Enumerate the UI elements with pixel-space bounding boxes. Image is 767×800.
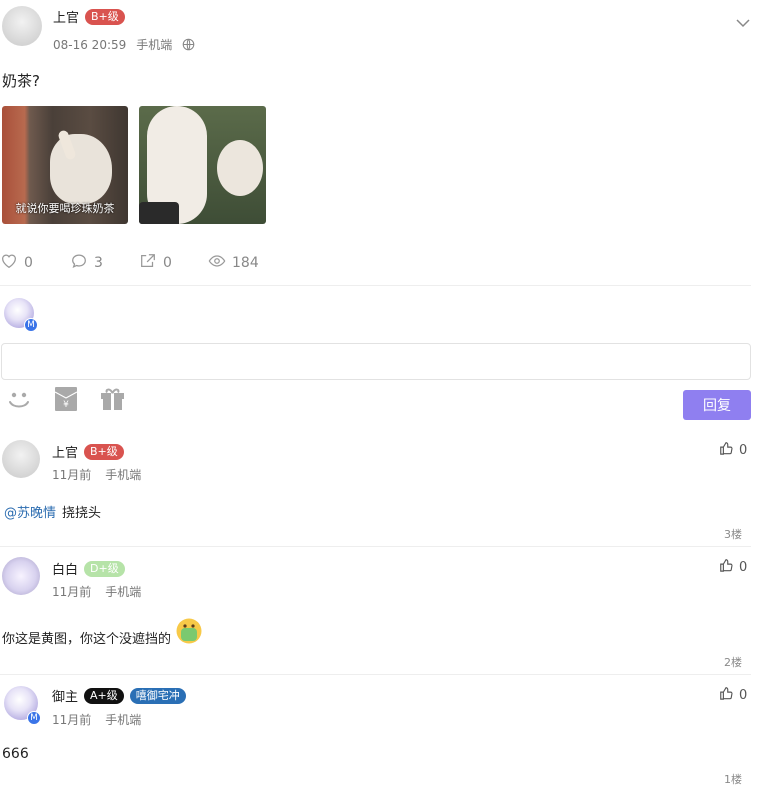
heart-icon xyxy=(0,252,18,274)
comment-like-button[interactable]: 0 xyxy=(719,441,747,459)
post-image-1[interactable]: 就说你要喝珍珠奶茶 xyxy=(2,106,128,224)
level-badge: A+级 xyxy=(84,687,124,704)
comment-text: 666 xyxy=(2,746,29,762)
mention-link[interactable]: @苏晚情 xyxy=(4,502,56,521)
face-emoji-icon xyxy=(175,617,203,649)
comment-like-count: 0 xyxy=(739,442,748,458)
emoji-icon[interactable] xyxy=(6,388,32,416)
like-stat[interactable]: 0 xyxy=(0,252,33,274)
share-stat[interactable]: 0 xyxy=(139,252,172,274)
comment-time: 11月前 xyxy=(52,468,92,482)
post-image-2[interactable] xyxy=(139,106,266,224)
comment-like-count: 0 xyxy=(739,559,748,575)
reply-input[interactable] xyxy=(1,343,751,380)
comment-device: 手机端 xyxy=(105,585,142,599)
red-envelope-icon[interactable]: ¥ xyxy=(54,387,78,415)
post-device: 手机端 xyxy=(136,38,173,52)
comment-author-name[interactable]: 上官 xyxy=(52,442,78,461)
chevron-down-icon[interactable] xyxy=(734,14,752,36)
comment-device: 手机端 xyxy=(105,468,142,482)
svg-text:¥: ¥ xyxy=(63,400,69,410)
image-caption: 就说你要喝珍珠奶茶 xyxy=(15,202,115,215)
comment-avatar[interactable] xyxy=(2,440,40,478)
floor-number: 1楼 xyxy=(724,773,742,786)
comment-text: 你这是黄图，你这个没遮挡的 xyxy=(2,632,172,647)
comment-icon xyxy=(70,252,88,274)
comment-author-name[interactable]: 御主 xyxy=(52,686,78,705)
comment-like-count: 0 xyxy=(739,687,748,703)
comment-text: 挠挠头 xyxy=(62,506,102,521)
comment-author-name[interactable]: 白白 xyxy=(52,559,78,578)
gift-icon[interactable] xyxy=(100,386,125,415)
post-content: 奶茶? xyxy=(2,72,40,90)
title-badge: 嘻御宅冲 xyxy=(129,687,186,704)
member-badge-icon: M xyxy=(24,318,38,332)
divider xyxy=(0,285,751,286)
floor-number: 3楼 xyxy=(724,528,742,541)
like-count: 0 xyxy=(24,255,33,271)
thumbs-up-icon xyxy=(719,686,733,704)
reply-button[interactable]: 回复 xyxy=(683,390,751,420)
post-time: 08-16 20:59 xyxy=(53,37,127,52)
divider xyxy=(0,546,751,547)
floor-number: 2楼 xyxy=(724,656,742,669)
level-badge: D+级 xyxy=(84,560,125,577)
comment-avatar[interactable] xyxy=(2,557,40,595)
level-badge: B+级 xyxy=(84,443,124,460)
thumbs-up-icon xyxy=(719,558,733,576)
view-count: 184 xyxy=(232,255,259,271)
thumbs-up-icon xyxy=(719,441,733,459)
comment-time: 11月前 xyxy=(52,713,92,727)
comment-stat[interactable]: 3 xyxy=(70,252,103,274)
eye-icon xyxy=(208,252,226,274)
level-badge: B+级 xyxy=(85,8,125,25)
divider xyxy=(0,674,751,675)
view-stat: 184 xyxy=(208,252,259,274)
post-author-name[interactable]: 上官 xyxy=(53,7,79,26)
comment-time: 11月前 xyxy=(52,585,92,599)
comment-device: 手机端 xyxy=(105,713,142,727)
comment-like-button[interactable]: 0 xyxy=(719,686,747,704)
member-badge-icon: M xyxy=(27,711,41,725)
globe-icon xyxy=(182,38,195,51)
share-icon xyxy=(139,252,157,274)
comment-like-button[interactable]: 0 xyxy=(719,558,747,576)
share-count: 0 xyxy=(163,255,172,271)
comment-count: 3 xyxy=(94,255,103,271)
post-author-avatar[interactable] xyxy=(2,6,42,46)
